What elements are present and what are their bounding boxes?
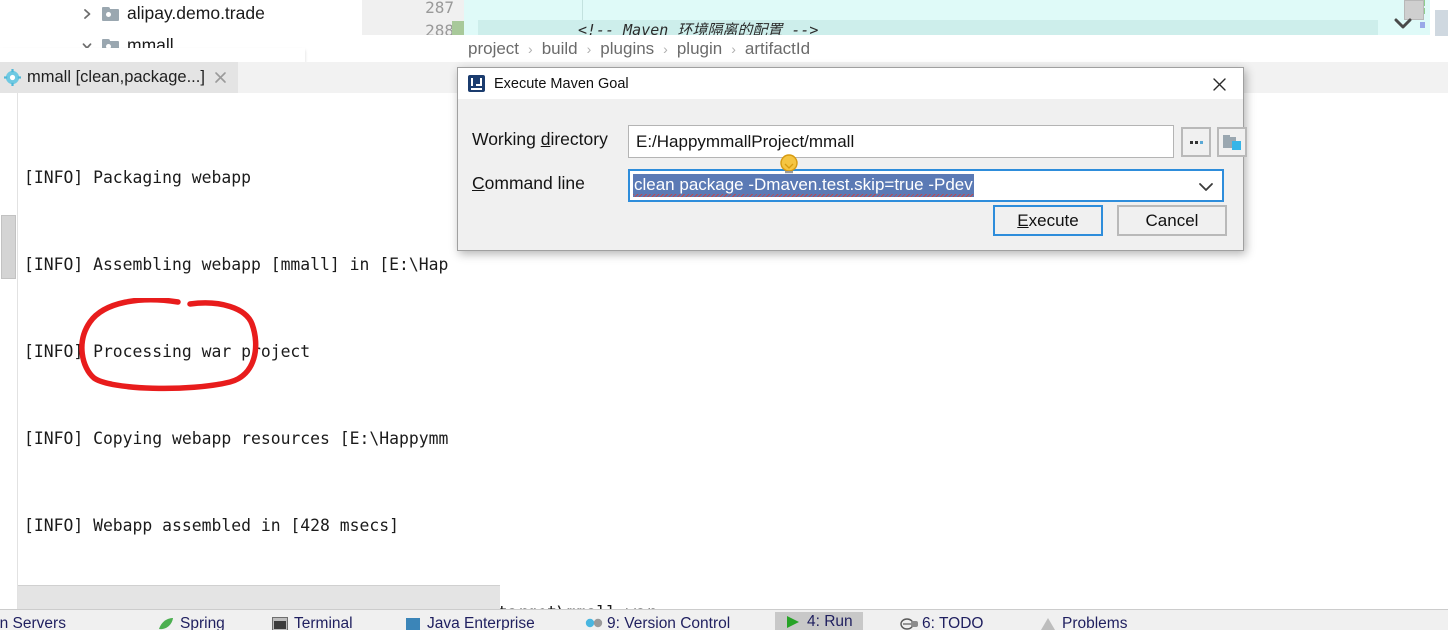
console-gutter bbox=[0, 93, 18, 610]
warning-triangle-icon bbox=[1040, 617, 1056, 630]
terminal-icon bbox=[272, 617, 288, 630]
breadcrumb-separator-icon: › bbox=[586, 41, 592, 57]
vcs-change-marker bbox=[452, 21, 464, 35]
line-number: 288 bbox=[425, 21, 454, 35]
run-tab-mmall[interactable]: mmall [clean,package...] bbox=[0, 62, 238, 93]
close-icon[interactable] bbox=[213, 70, 228, 85]
command-line-combobox[interactable]: clean package -Dmaven.test.skip=true -Pd… bbox=[628, 154, 1224, 202]
tree-item-label: alipay.demo.trade bbox=[127, 3, 265, 23]
editor-gutter: 287 288 bbox=[362, 0, 464, 35]
dialog-body: Working directory E:/HappymmallProject/m… bbox=[458, 99, 1247, 250]
console-line: [INFO] Webapp assembled in [428 msecs] bbox=[24, 516, 399, 535]
breadcrumb-item-project[interactable]: project bbox=[468, 39, 519, 59]
working-directory-input[interactable]: E:/HappymmallProject/mmall bbox=[628, 125, 1174, 158]
breadcrumb-separator-icon: › bbox=[663, 41, 668, 57]
breadcrumb-separator-icon: › bbox=[731, 41, 736, 57]
folder-icon bbox=[1223, 134, 1241, 150]
run-tab-label: mmall [clean,package...] bbox=[27, 68, 205, 86]
ellipsis-icon bbox=[1189, 140, 1203, 144]
chevron-down-icon[interactable] bbox=[1390, 14, 1416, 32]
panel-shadow bbox=[0, 48, 305, 62]
console-scrollbar-thumb[interactable] bbox=[1, 215, 16, 279]
statusbar-item-java-enterprise[interactable]: Java Enterprise bbox=[395, 614, 545, 630]
gear-icon bbox=[4, 69, 21, 86]
editor-code-line: <!-- Maven 环境隔离的配置 --> bbox=[578, 21, 819, 35]
chevron-right-icon[interactable] bbox=[78, 5, 96, 23]
intellij-idea-window: alipay.demo.trade mmall 287 288 <!-- Mav… bbox=[0, 0, 1448, 630]
dialog-title: Execute Maven Goal bbox=[494, 75, 629, 92]
run-play-icon bbox=[785, 615, 801, 629]
dialog-button-bar: Execute Cancel bbox=[993, 205, 1227, 236]
editor-pane: 287 288 <!-- Maven 环境隔离的配置 --> bbox=[362, 0, 1448, 35]
console-line: [INFO] Processing war project bbox=[24, 342, 311, 361]
chevron-down-icon[interactable] bbox=[1198, 179, 1214, 197]
statusbar-label: Problems bbox=[1062, 615, 1128, 630]
console-bottom-strip bbox=[18, 585, 500, 610]
breadcrumb-item-plugins[interactable]: plugins bbox=[600, 39, 654, 59]
statusbar-label: Terminal bbox=[294, 615, 353, 630]
folder-icon bbox=[102, 6, 119, 21]
statusbar-label: Java Enterprise bbox=[427, 615, 535, 630]
breadcrumb-separator-icon: › bbox=[528, 41, 533, 57]
breadcrumb-item-build[interactable]: build bbox=[542, 39, 578, 59]
statusbar-label: 9: Version Control bbox=[607, 615, 731, 630]
statusbar-item-version-control[interactable]: 9: Version Control bbox=[575, 614, 740, 630]
statusbar-label: lication Servers bbox=[0, 615, 66, 630]
execute-button[interactable]: Execute bbox=[993, 205, 1103, 236]
java-enterprise-icon bbox=[405, 617, 421, 630]
breadcrumb: project › build › plugins › plugin › art… bbox=[450, 36, 1448, 62]
statusbar-item-run[interactable]: 4: Run bbox=[775, 612, 863, 630]
working-directory-row: Working directory E:/HappymmallProject/m… bbox=[458, 125, 1247, 159]
working-directory-value: E:/HappymmallProject/mmall bbox=[636, 131, 855, 151]
console-line: [INFO] Assembling webapp [mmall] in [E:\… bbox=[24, 255, 449, 274]
working-directory-label: Working directory bbox=[472, 129, 608, 149]
spring-leaf-icon bbox=[158, 617, 174, 630]
statusbar-item-todo[interactable]: 6: TODO bbox=[890, 614, 993, 630]
editor-content[interactable]: <!-- Maven 环境隔离的配置 --> bbox=[464, 0, 1448, 35]
statusbar-label: 4: Run bbox=[807, 613, 853, 630]
version-control-icon bbox=[585, 617, 603, 630]
command-line-label: Command line bbox=[472, 173, 585, 193]
open-folder-button[interactable] bbox=[1217, 127, 1247, 157]
dialog-title-bar: Execute Maven Goal bbox=[458, 68, 1243, 99]
intellij-idea-icon bbox=[468, 75, 485, 92]
project-tree: alipay.demo.trade mmall bbox=[0, 0, 362, 62]
statusbar-item-spring[interactable]: Spring bbox=[148, 614, 235, 630]
statusbar-item-terminal[interactable]: Terminal bbox=[262, 614, 363, 630]
cancel-button[interactable]: Cancel bbox=[1117, 205, 1227, 236]
console-line: [INFO] Copying webapp resources [E:\Happ… bbox=[24, 429, 449, 448]
vertical-scrollbar-thumb[interactable] bbox=[1435, 10, 1448, 36]
tree-item-alipay-demo-trade[interactable]: alipay.demo.trade bbox=[78, 0, 265, 27]
browse-button[interactable] bbox=[1181, 127, 1211, 157]
breadcrumb-item-plugin[interactable]: plugin bbox=[677, 39, 722, 59]
todo-icon bbox=[900, 617, 918, 630]
close-icon[interactable] bbox=[1209, 74, 1229, 94]
execute-maven-goal-dialog: Execute Maven Goal Working directory E:/… bbox=[457, 67, 1247, 251]
breadcrumb-item-artifactid[interactable]: artifactId bbox=[745, 39, 810, 59]
command-line-value: clean package -Dmaven.test.skip=true -Pd… bbox=[633, 174, 974, 197]
status-bar: lication Servers Spring Terminal Java En… bbox=[0, 609, 1448, 630]
statusbar-item-problems[interactable]: Problems bbox=[1030, 614, 1137, 630]
command-line-row: Command line clean package -Dmaven.test.… bbox=[458, 154, 1243, 203]
statusbar-item-application-servers[interactable]: lication Servers bbox=[0, 614, 76, 630]
statusbar-label: 6: TODO bbox=[922, 615, 984, 630]
line-number: 287 bbox=[425, 0, 454, 17]
statusbar-label: Spring bbox=[180, 615, 225, 630]
